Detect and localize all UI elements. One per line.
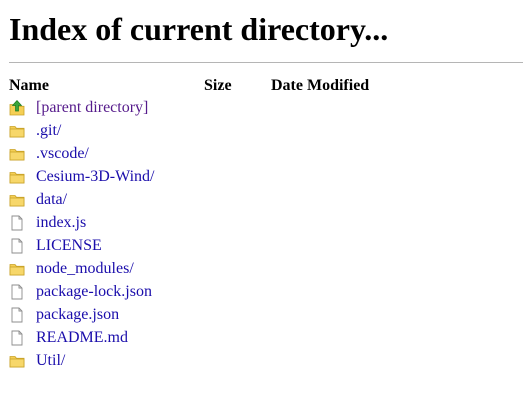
- date-modified-cell: [271, 96, 411, 119]
- folder-icon: [9, 146, 25, 162]
- folder-icon: [9, 192, 25, 208]
- table-row: package.json: [9, 303, 411, 326]
- entry-link[interactable]: data/: [36, 188, 67, 211]
- entry-link[interactable]: LICENSE: [36, 234, 102, 257]
- entry-link[interactable]: Cesium-3D-Wind/: [36, 165, 154, 188]
- entry-link[interactable]: .vscode/: [36, 142, 89, 165]
- date-modified-cell: [271, 303, 411, 326]
- date-modified-cell: [271, 257, 411, 280]
- date-modified-cell: [271, 211, 411, 234]
- folder-icon: [9, 261, 25, 277]
- directory-listing: Name Size Date Modified [parent director…: [9, 75, 411, 372]
- column-header-date-modified[interactable]: Date Modified: [271, 75, 411, 96]
- column-header-name[interactable]: Name: [9, 75, 204, 96]
- table-row: .git/: [9, 119, 411, 142]
- date-modified-cell: [271, 349, 411, 372]
- date-modified-cell: [271, 326, 411, 349]
- name-cell: index.js: [9, 211, 204, 234]
- size-cell: [204, 188, 271, 211]
- file-icon: [9, 238, 25, 254]
- folder-icon: [9, 169, 25, 185]
- table-row: .vscode/: [9, 142, 411, 165]
- table-row: Cesium-3D-Wind/: [9, 165, 411, 188]
- date-modified-cell: [271, 119, 411, 142]
- parent-directory-icon: [9, 99, 25, 116]
- name-cell: README.md: [9, 326, 204, 349]
- entry-link[interactable]: package.json: [36, 303, 119, 326]
- name-cell: package.json: [9, 303, 204, 326]
- date-modified-cell: [271, 280, 411, 303]
- folder-icon: [9, 353, 25, 369]
- file-icon: [9, 284, 25, 300]
- header-divider: [9, 62, 523, 63]
- table-row: data/: [9, 188, 411, 211]
- table-row: LICENSE: [9, 234, 411, 257]
- file-icon: [9, 307, 25, 323]
- name-cell: Util/: [9, 349, 204, 372]
- size-cell: [204, 303, 271, 326]
- page-title: Index of current directory...: [9, 11, 389, 47]
- name-cell: .git/: [9, 119, 204, 142]
- entry-link[interactable]: .git/: [36, 119, 61, 142]
- size-cell: [204, 280, 271, 303]
- entry-link[interactable]: node_modules/: [36, 257, 134, 280]
- size-cell: [204, 165, 271, 188]
- size-cell: [204, 211, 271, 234]
- name-cell: LICENSE: [9, 234, 204, 257]
- date-modified-cell: [271, 234, 411, 257]
- size-cell: [204, 257, 271, 280]
- name-cell: .vscode/: [9, 142, 204, 165]
- name-cell: package-lock.json: [9, 280, 204, 303]
- table-row: package-lock.json: [9, 280, 411, 303]
- table-row: index.js: [9, 211, 411, 234]
- table-row: [parent directory]: [9, 96, 411, 119]
- entry-link[interactable]: README.md: [36, 326, 128, 349]
- table-row: README.md: [9, 326, 411, 349]
- column-header-size[interactable]: Size: [204, 75, 271, 96]
- table-row: node_modules/: [9, 257, 411, 280]
- name-cell: data/: [9, 188, 204, 211]
- file-icon: [9, 215, 25, 231]
- file-icon: [9, 330, 25, 346]
- entry-link[interactable]: package-lock.json: [36, 280, 152, 303]
- size-cell: [204, 234, 271, 257]
- name-cell: Cesium-3D-Wind/: [9, 165, 204, 188]
- date-modified-cell: [271, 165, 411, 188]
- date-modified-cell: [271, 142, 411, 165]
- date-modified-cell: [271, 188, 411, 211]
- name-cell: [parent directory]: [9, 96, 204, 119]
- folder-icon: [9, 123, 25, 139]
- listing-header-row: Name Size Date Modified: [9, 75, 411, 96]
- table-row: Util/: [9, 349, 411, 372]
- entry-link[interactable]: [parent directory]: [36, 96, 148, 119]
- entry-link[interactable]: index.js: [36, 211, 86, 234]
- entry-link[interactable]: Util/: [36, 349, 65, 372]
- size-cell: [204, 119, 271, 142]
- size-cell: [204, 142, 271, 165]
- name-cell: node_modules/: [9, 257, 204, 280]
- size-cell: [204, 326, 271, 349]
- size-cell: [204, 349, 271, 372]
- size-cell: [204, 96, 271, 119]
